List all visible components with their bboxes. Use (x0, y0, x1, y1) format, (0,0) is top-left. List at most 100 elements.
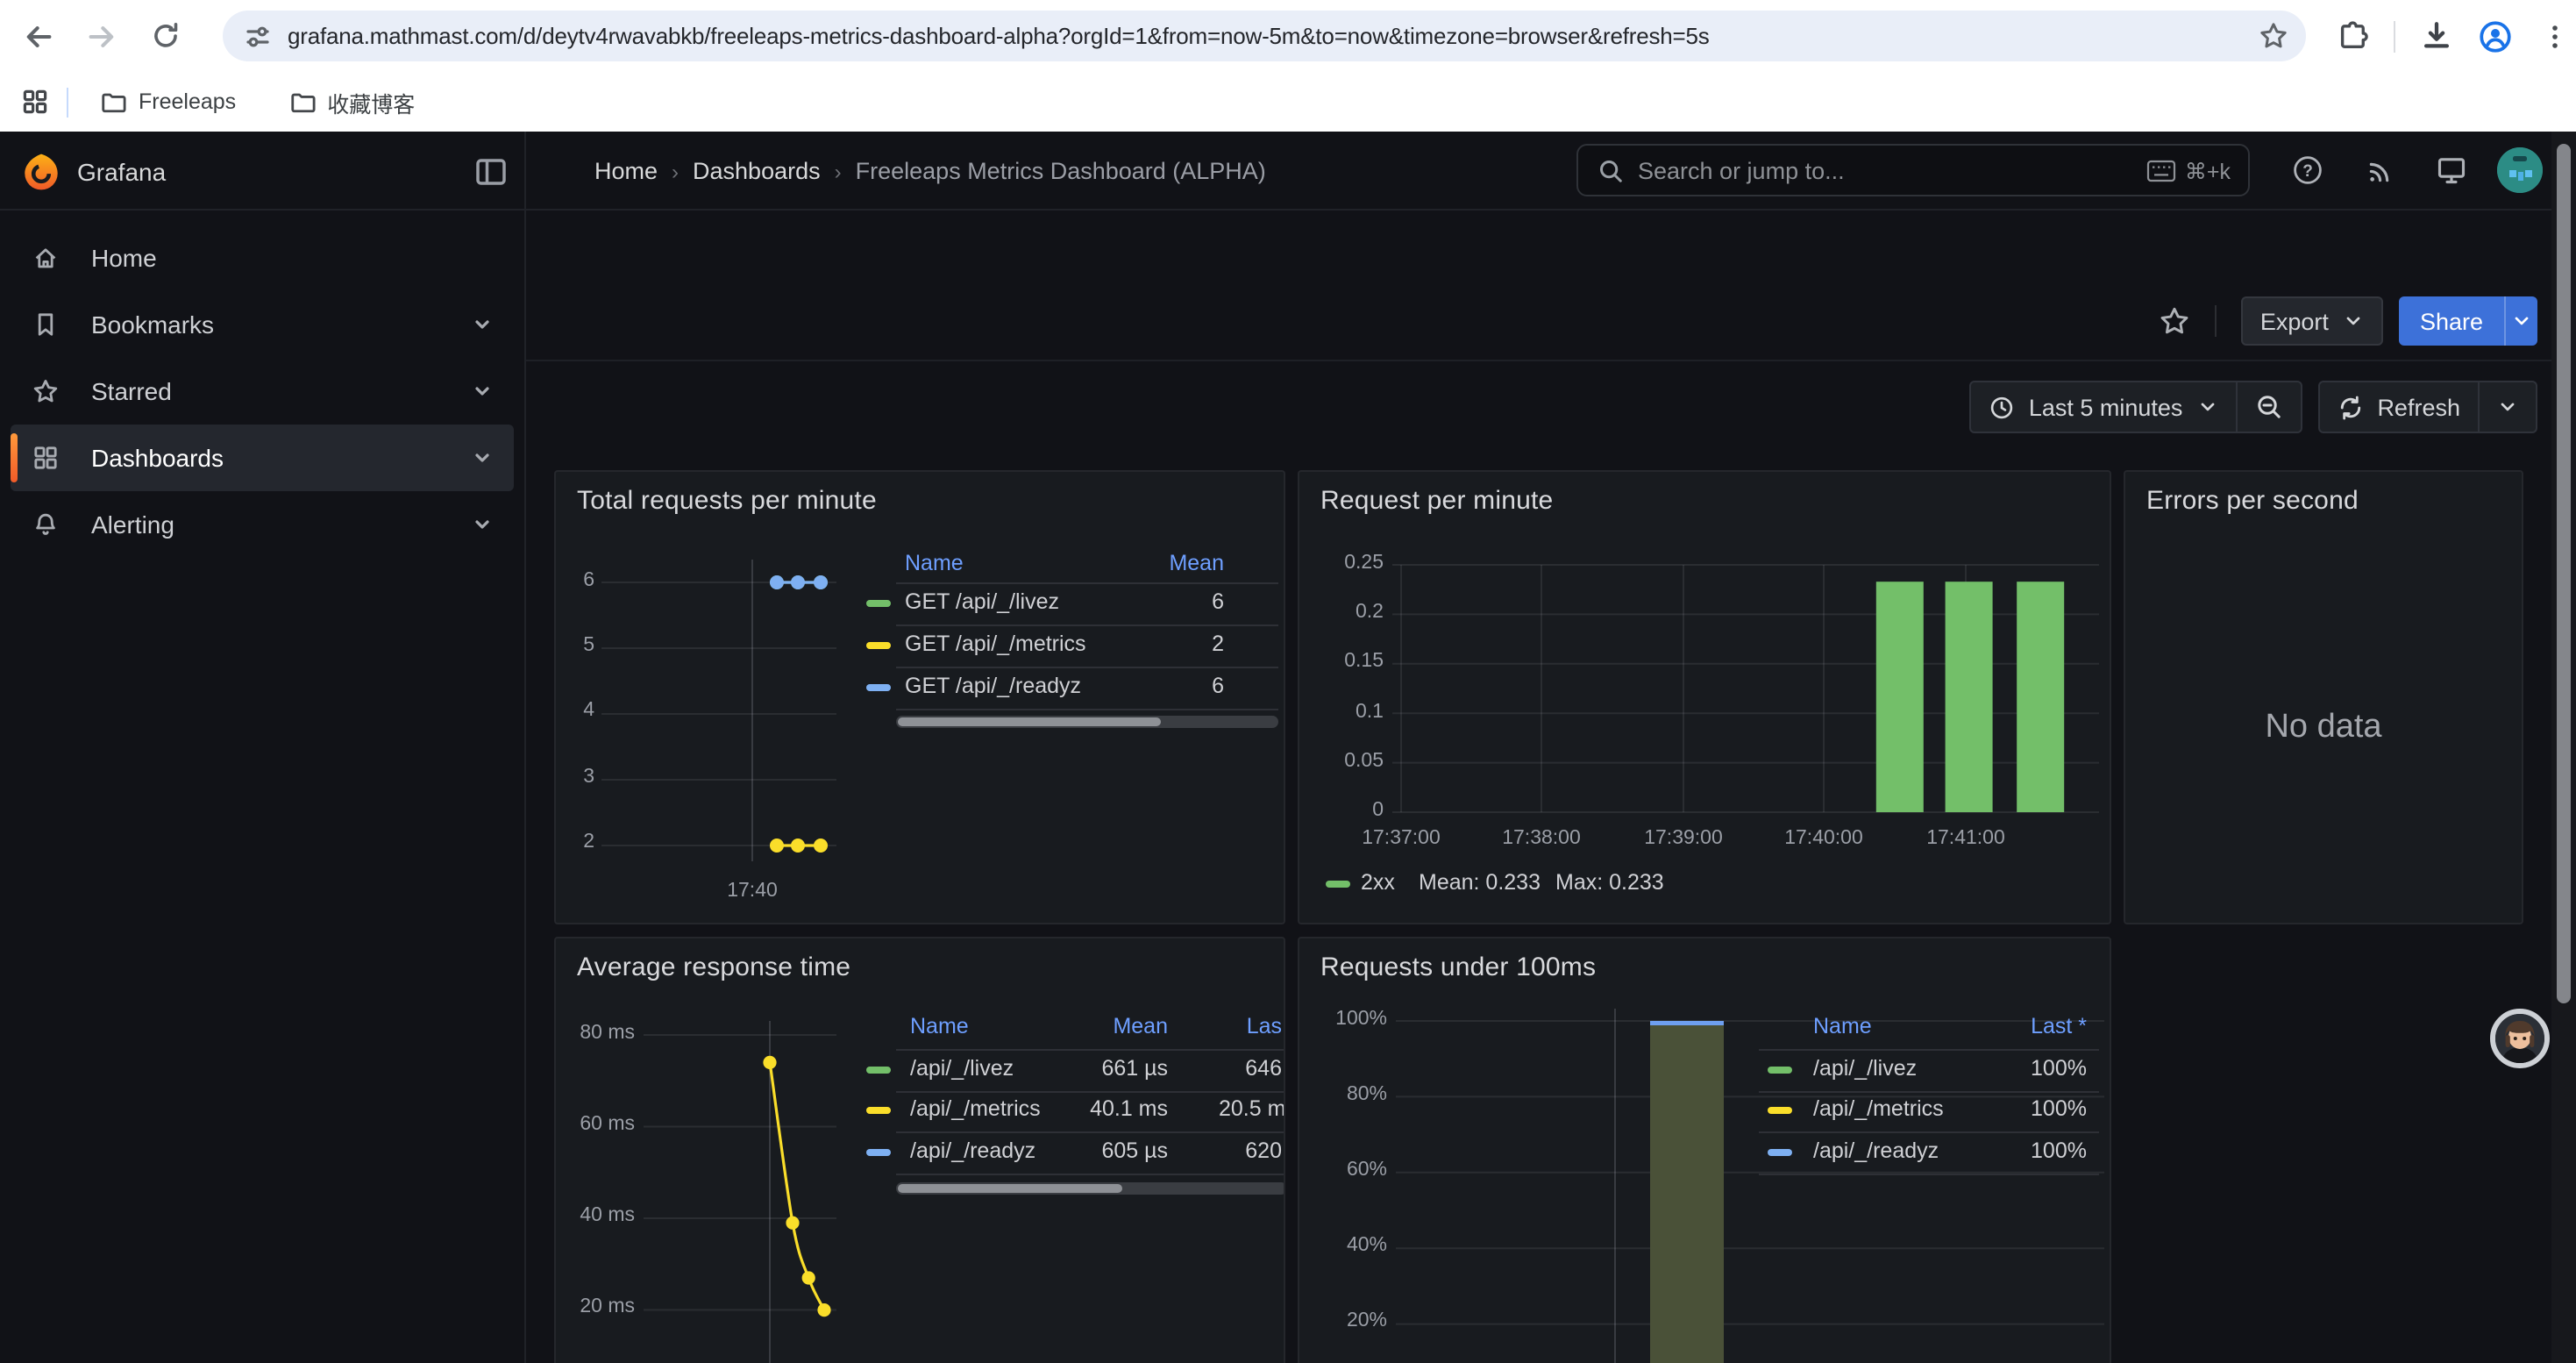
url-text[interactable]: grafana.mathmast.com/d/deytv4rwavabkb/fr… (288, 23, 2259, 49)
series-swatch (1326, 881, 1350, 888)
refresh-interval-button[interactable] (2478, 382, 2536, 432)
panel-total-requests-per-minute[interactable]: Total requests per minute 6 5 4 3 2 17:4… (554, 470, 1285, 924)
zoom-out-button[interactable] (2235, 382, 2300, 432)
site-info-icon[interactable] (244, 22, 272, 50)
panel-request-per-minute[interactable]: Request per minute 0.25 0.2 0.15 0.1 0.0… (1298, 470, 2111, 924)
profile-button[interactable] (2474, 15, 2516, 57)
breadcrumb-home[interactable]: Home (594, 158, 658, 184)
divider (1759, 1174, 2099, 1175)
divider (67, 87, 68, 117)
refresh-label: Refresh (2377, 394, 2460, 420)
legend-series-name[interactable]: /api/_/livez (910, 1056, 1014, 1081)
reload-button[interactable] (144, 15, 186, 57)
bookmark-folder-freeleaps[interactable]: Freeleaps (86, 82, 250, 122)
page-scrollbar[interactable] (2551, 132, 2576, 1363)
sidebar-item-bookmarks[interactable]: Bookmarks (11, 291, 514, 358)
legend-series-name[interactable]: /api/_/readyz (1813, 1138, 1939, 1163)
chevron-down-icon[interactable] (470, 512, 495, 537)
extensions-button[interactable] (2332, 15, 2374, 57)
legend-col-mean[interactable]: Mean (1135, 551, 1224, 575)
reload-icon (150, 21, 180, 51)
legend-col-name[interactable]: Name (1813, 1014, 1872, 1038)
bookmark-folder-blogs[interactable]: 收藏博客 (274, 78, 429, 125)
refresh-group: Refresh (2317, 381, 2537, 433)
legend-scrollbar[interactable] (896, 1182, 1285, 1195)
export-button[interactable]: Export (2241, 296, 2383, 346)
refresh-button[interactable]: Refresh (2319, 382, 2478, 432)
series-swatch (1768, 1107, 1792, 1114)
legend-col-mean[interactable]: Mean (1019, 1014, 1168, 1038)
panel-title[interactable]: Errors per second (2146, 486, 2359, 516)
browser-actions (2323, 15, 2576, 57)
bookmark-star-icon[interactable] (2259, 21, 2288, 51)
apps-grid-button[interactable] (14, 81, 56, 123)
legend-series-name[interactable]: /api/_/livez (1813, 1056, 1917, 1081)
browser-menu-button[interactable] (2534, 15, 2576, 57)
bookmark-icon (32, 310, 60, 339)
share-menu-button[interactable] (2504, 296, 2537, 346)
line-chart[interactable] (556, 472, 1285, 924)
legend-series-name[interactable]: GET /api/_/metrics (905, 632, 1086, 656)
sidebar-item-dashboards[interactable]: Dashboards (11, 425, 514, 491)
share-label[interactable]: Share (2399, 296, 2504, 346)
breadcrumb: Home › Dashboards › Freeleaps Metrics Da… (594, 132, 1266, 211)
sidebar-item-alerting[interactable]: Alerting (11, 491, 514, 558)
grafana-brand[interactable]: Grafana (23, 132, 166, 211)
dock-panel-icon (473, 154, 509, 189)
panel-requests-under-100ms[interactable]: Requests under 100ms 100% 80% 60% 40% 20… (1298, 937, 2111, 1363)
legend-series-name[interactable]: /api/_/metrics (1813, 1096, 1944, 1121)
help-button[interactable]: ? (2287, 149, 2329, 191)
search-input[interactable] (1638, 157, 2146, 183)
user-avatar[interactable] (2497, 147, 2543, 193)
legend-col-name[interactable]: Name (910, 1014, 969, 1038)
series-swatch (866, 1067, 891, 1074)
breadcrumb-current: Freeleaps Metrics Dashboard (ALPHA) (856, 158, 1266, 184)
y-tick: 40% (1299, 1235, 1387, 1256)
legend-series-value: 100% (1982, 1096, 2087, 1121)
favorite-star-button[interactable] (2159, 305, 2190, 337)
chevron-down-icon[interactable] (470, 446, 495, 470)
address-bar[interactable]: grafana.mathmast.com/d/deytv4rwavabkb/fr… (223, 11, 2306, 61)
gridlines (1392, 565, 2099, 812)
chevron-down-icon[interactable] (470, 379, 495, 403)
sidebar-item-home[interactable]: Home (11, 225, 514, 291)
chevron-down-icon[interactable] (470, 312, 495, 337)
grafana-logo-icon (23, 152, 60, 190)
legend-series-name[interactable]: 2xx (1361, 870, 1395, 895)
forward-button[interactable] (81, 15, 123, 57)
bar-chart[interactable] (1299, 472, 2111, 924)
download-icon (2419, 19, 2452, 53)
search-bar[interactable]: ⌘+k (1576, 144, 2250, 196)
legend-series-name[interactable]: GET /api/_/livez (905, 589, 1059, 614)
time-range-picker[interactable]: Last 5 minutes (1971, 382, 2236, 432)
panel-errors-per-second[interactable]: Errors per second No data (2124, 470, 2523, 924)
panel-average-response-time[interactable]: Average response time 80 ms 60 ms 40 ms … (554, 937, 1285, 1363)
divider (896, 1049, 1285, 1051)
kiosk-monitor-button[interactable] (2430, 149, 2473, 191)
back-button[interactable] (18, 15, 60, 57)
sidebar-item-starred[interactable]: Starred (11, 358, 514, 425)
legend-col-name[interactable]: Name (905, 551, 964, 575)
scrollbar-thumb[interactable] (2557, 144, 2571, 1003)
divider (2394, 20, 2395, 52)
legend-series-value: 100% (1982, 1056, 2087, 1081)
legend-series-name[interactable]: GET /api/_/readyz (905, 674, 1081, 698)
chevron-down-icon (2196, 396, 2217, 417)
legend-col-last[interactable]: Last * (1982, 1014, 2087, 1038)
share-button[interactable]: Share (2399, 296, 2537, 346)
breadcrumb-dashboards[interactable]: Dashboards (693, 158, 821, 184)
time-range-group: Last 5 minutes (1969, 381, 2302, 433)
legend-series-mean: 605 µs (1019, 1138, 1168, 1163)
sidebar-item-label: Dashboards (91, 444, 470, 472)
legend-series-name[interactable]: /api/_/readyz (910, 1138, 1035, 1163)
series-swatch (866, 600, 891, 607)
floating-chat-avatar[interactable] (2490, 1009, 2550, 1068)
legend-col-last[interactable]: Las (1219, 1014, 1282, 1038)
series-swatch (866, 1149, 891, 1156)
series-swatch (866, 1107, 891, 1114)
legend-scrollbar[interactable] (896, 716, 1278, 728)
mega-menu-toggle[interactable] (473, 154, 509, 189)
downloads-button[interactable] (2415, 15, 2457, 57)
divider (896, 667, 1278, 668)
news-rss-button[interactable] (2359, 149, 2401, 191)
